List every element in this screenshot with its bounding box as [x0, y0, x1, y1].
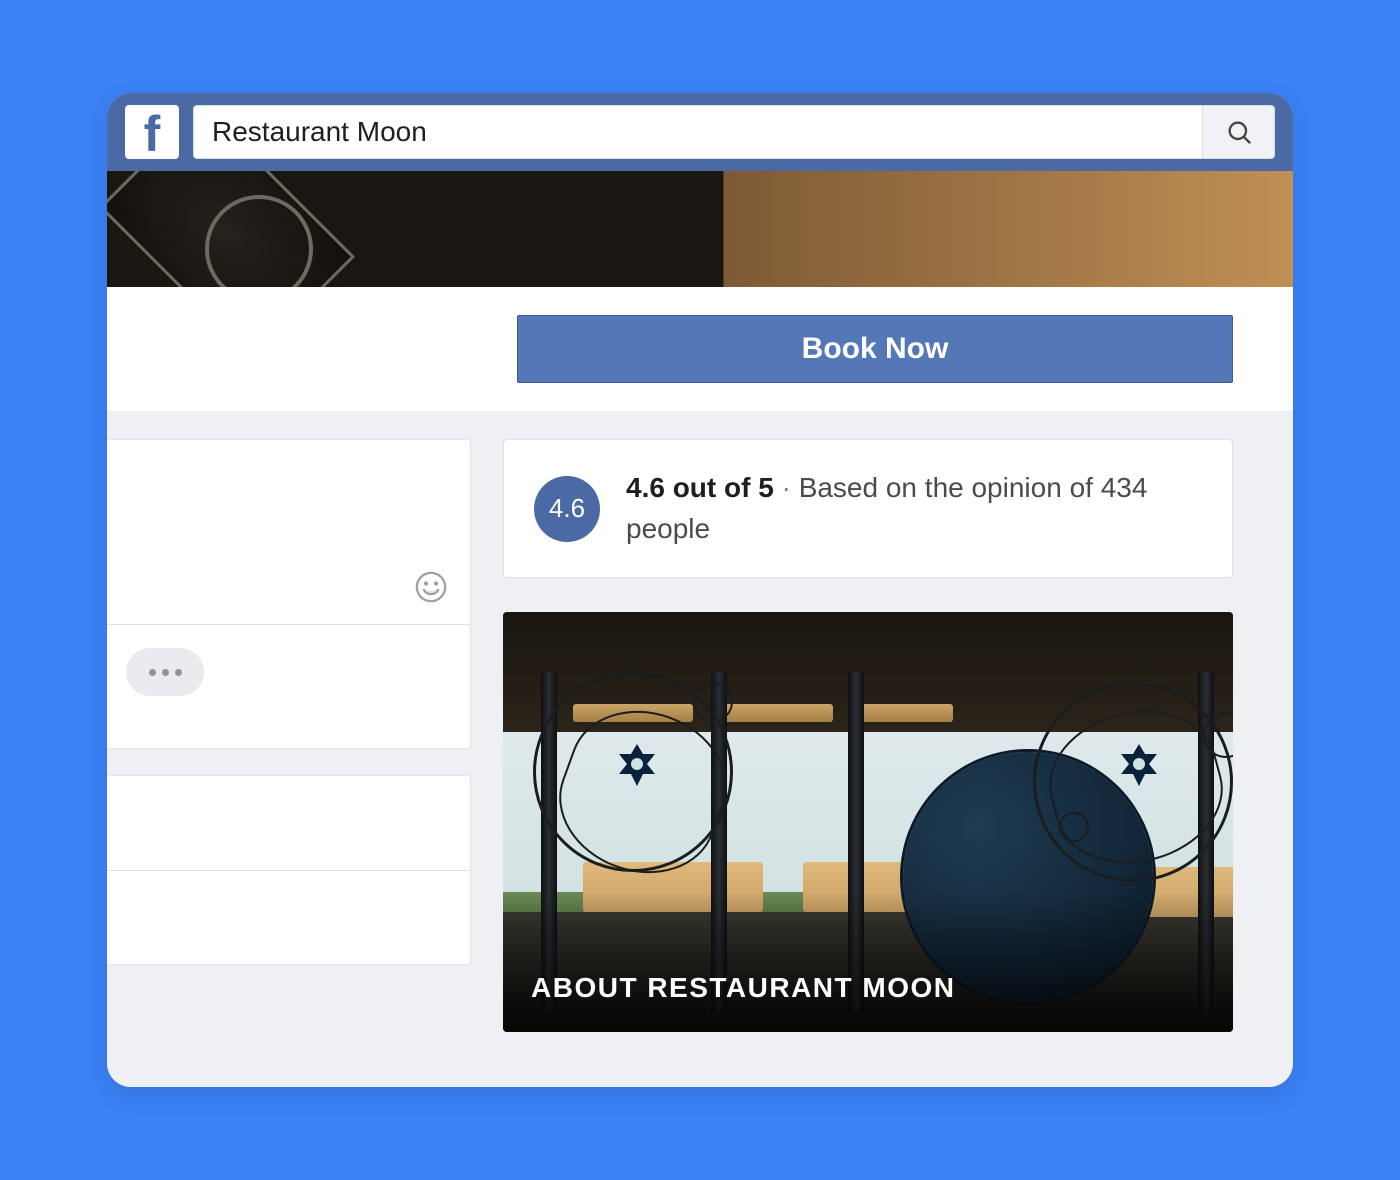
emoji-selector[interactable] — [414, 570, 448, 604]
top-nav-bar: f — [107, 93, 1293, 171]
cover-photo — [107, 171, 1293, 287]
sidebar — [107, 439, 471, 1087]
rating-score: 4.6 out of 5 — [626, 472, 774, 503]
main-column: 4.6 4.6 out of 5 · Based on the opinion … — [503, 439, 1293, 1087]
rating-badge: 4.6 — [534, 476, 600, 542]
sidebar-card-posts — [107, 439, 471, 749]
search-input[interactable] — [194, 106, 1202, 158]
divider — [107, 870, 470, 871]
search-bar — [193, 105, 1275, 159]
page-body: 4.6 4.6 out of 5 · Based on the opinion … — [107, 411, 1293, 1087]
app-window: f Book Now — [107, 93, 1293, 1087]
sidebar-card-secondary — [107, 775, 471, 965]
cta-bar: Book Now — [107, 287, 1293, 411]
book-now-button[interactable]: Book Now — [517, 315, 1233, 383]
dots-icon — [149, 669, 156, 676]
divider — [107, 624, 470, 625]
smiley-icon — [414, 570, 448, 604]
rating-text: 4.6 out of 5 · Based on the opinion of 4… — [626, 468, 1202, 549]
image-overlay — [503, 892, 1233, 1032]
more-options-button[interactable] — [126, 648, 204, 696]
about-card[interactable]: ABOUT RESTAURANT MOON — [503, 612, 1233, 1032]
rating-card: 4.6 4.6 out of 5 · Based on the opinion … — [503, 439, 1233, 578]
rating-separator: · — [774, 472, 799, 503]
search-button[interactable] — [1202, 106, 1274, 158]
facebook-logo-icon[interactable]: f — [125, 105, 179, 159]
about-heading: ABOUT RESTAURANT MOON — [531, 972, 956, 1004]
search-icon — [1225, 118, 1253, 146]
